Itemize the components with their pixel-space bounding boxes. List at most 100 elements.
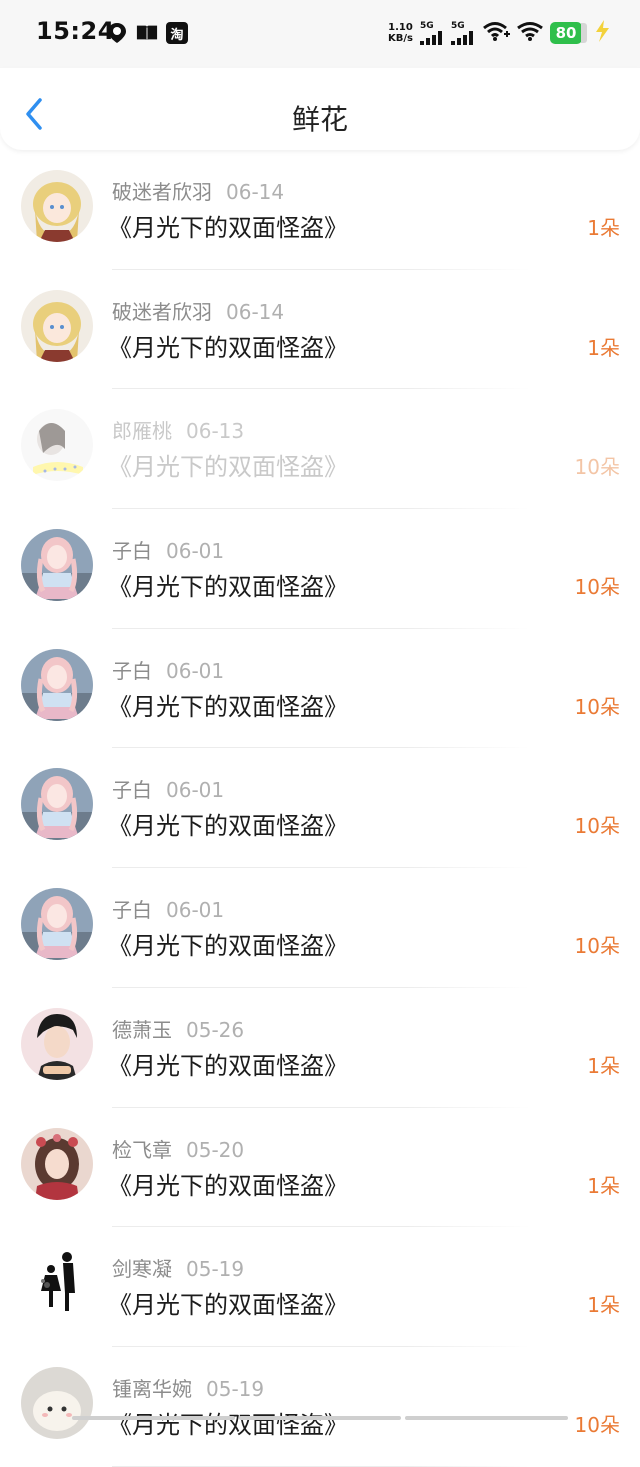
signal-bars-icon — [451, 30, 473, 45]
list-item[interactable]: 子白 06-01 《月光下的双面怪盗》 10朵 — [0, 509, 640, 629]
book-icon — [136, 22, 158, 44]
flower-record-list: 破迷者欣羽 06-14 《月光下的双面怪盗》 1朵 破迷者欣羽 06-14 《月光下… — [0, 150, 640, 1467]
taobao-icon: 淘 — [166, 22, 188, 44]
send-date: 06-01 — [166, 898, 225, 923]
book-title: 《月光下的双面怪盗》 — [108, 692, 348, 721]
nav-bar: 鲜花 — [0, 68, 640, 150]
sender-line: 破迷者欣羽 06-14 — [112, 176, 284, 205]
charging-bolt-icon — [594, 20, 610, 46]
battery-tail — [581, 23, 587, 43]
list-item[interactable]: 子白 06-01 《月光下的双面怪盗》 10朵 — [0, 629, 640, 749]
send-date: 06-01 — [166, 658, 225, 683]
avatar[interactable] — [21, 888, 93, 961]
home-indicator-segment — [238, 1416, 402, 1420]
avatar[interactable] — [21, 170, 93, 242]
list-item[interactable]: 破迷者欣羽 06-14 《月光下的双面怪盗》 1朵 — [0, 150, 640, 270]
list-item[interactable]: 子白 06-01 《月光下的双面怪盗》 10朵 — [0, 868, 640, 988]
sender-name: 子白 — [112, 898, 152, 923]
avatar[interactable] — [21, 1247, 93, 1320]
status-time: 15:24 — [36, 17, 115, 45]
flower-amount: 1朵 — [587, 216, 620, 240]
book-title: 《月光下的双面怪盗》 — [108, 1051, 348, 1080]
book-title: 《月光下的双面怪盗》 — [108, 932, 348, 961]
list-item[interactable]: 子白 06-01 《月光下的双面怪盗》 10朵 — [0, 748, 640, 868]
sender-line: 剑寒凝 05-19 — [112, 1253, 244, 1282]
wifi-plus-icon — [482, 20, 510, 46]
sender-line: 破迷者欣羽 06-14 — [112, 296, 284, 325]
flower-amount: 10朵 — [574, 814, 620, 839]
sender-line: 子白 06-01 — [112, 655, 224, 684]
avatar[interactable] — [21, 289, 93, 362]
send-date: 05-20 — [186, 1137, 245, 1162]
battery-level: 80 — [550, 22, 582, 44]
send-date: 06-14 — [226, 180, 285, 204]
flower-amount: 1朵 — [587, 1173, 620, 1198]
signal-1-label: 5G — [420, 20, 434, 31]
avatar[interactable] — [21, 768, 93, 841]
sender-name: 锺离华婉 — [112, 1376, 192, 1401]
home-indicator-segment — [405, 1416, 569, 1420]
sender-line: 子白 06-01 — [112, 535, 224, 564]
book-title: 《月光下的双面怪盗》 — [108, 1291, 348, 1320]
page-title: 鲜花 — [291, 103, 348, 136]
send-date: 06-13 — [186, 419, 245, 444]
send-date: 05-19 — [186, 1257, 245, 1282]
sender-name: 检飞章 — [112, 1137, 172, 1162]
book-title: 《月光下的双面怪盗》 — [108, 573, 348, 602]
flower-amount: 10朵 — [574, 455, 620, 480]
sender-name: 郎雁桃 — [112, 419, 172, 444]
signal-bars-icon — [420, 30, 442, 45]
flower-amount: 10朵 — [574, 1412, 620, 1437]
flower-amount: 10朵 — [574, 694, 620, 719]
list-item[interactable]: 德萧玉 05-26 《月光下的双面怪盗》 1朵 — [0, 988, 640, 1108]
flower-amount: 1朵 — [587, 335, 620, 360]
net-speed-value: 1.10 — [388, 22, 413, 33]
avatar[interactable] — [21, 409, 93, 482]
sender-line: 德萧玉 05-26 — [112, 1014, 244, 1043]
sender-line: 锺离华婉 05-19 — [112, 1373, 264, 1402]
sender-name: 剑寒凝 — [112, 1257, 172, 1282]
status-left-icons: 淘 — [106, 22, 188, 44]
flower-amount: 10朵 — [574, 575, 620, 600]
list-item[interactable]: 检飞章 05-20 《月光下的双面怪盗》 1朵 — [0, 1108, 640, 1228]
book-title: 《月光下的双面怪盗》 — [108, 1171, 348, 1200]
send-date: 05-19 — [206, 1376, 265, 1401]
flower-amount: 1朵 — [587, 1053, 620, 1078]
avatar[interactable] — [21, 1366, 93, 1439]
list-item[interactable]: 郎雁桃 06-13 《月光下的双面怪盗》 10朵 — [0, 389, 640, 509]
sender-name: 子白 — [112, 539, 152, 564]
send-date: 06-01 — [166, 778, 225, 803]
book-title: 《月光下的双面怪盗》 — [108, 812, 348, 841]
status-right-icons: 1.10 KB/s 5G 5G 80 — [388, 20, 610, 46]
sender-line: 子白 06-01 — [112, 894, 224, 923]
home-indicator — [72, 1416, 569, 1420]
status-bar: 15:24 淘 1.10 KB/s 5G 5G 80 — [0, 0, 640, 68]
sender-name: 子白 — [112, 658, 152, 683]
book-title: 《月光下的双面怪盗》 — [108, 333, 348, 362]
wifi-icon — [517, 20, 543, 46]
avatar[interactable] — [21, 1007, 93, 1080]
book-title: 《月光下的双面怪盗》 — [108, 214, 348, 242]
list-item[interactable]: 破迷者欣羽 06-14 《月光下的双面怪盗》 1朵 — [0, 270, 640, 390]
flower-amount: 1朵 — [587, 1293, 620, 1318]
list-item[interactable]: 剑寒凝 05-19 《月光下的双面怪盗》 1朵 — [0, 1227, 640, 1347]
signal-2-label: 5G — [451, 20, 465, 31]
location-du-icon — [106, 22, 128, 44]
sender-name: 德萧玉 — [112, 1017, 172, 1042]
sender-line: 郎雁桃 06-13 — [112, 415, 244, 444]
home-indicator-segment — [72, 1416, 235, 1420]
send-date: 06-14 — [226, 299, 285, 324]
signal-2: 5G — [451, 20, 475, 45]
avatar[interactable] — [21, 529, 93, 602]
net-speed: 1.10 KB/s — [388, 22, 413, 44]
sender-name: 破迷者欣羽 — [112, 299, 212, 324]
book-title: 《月光下的双面怪盗》 — [108, 1410, 348, 1439]
avatar[interactable] — [21, 1127, 93, 1200]
avatar[interactable] — [21, 648, 93, 721]
list-item[interactable]: 锺离华婉 05-19 《月光下的双面怪盗》 10朵 — [0, 1347, 640, 1467]
sender-name: 子白 — [112, 778, 152, 803]
signal-1: 5G — [420, 20, 444, 45]
sender-name: 破迷者欣羽 — [112, 180, 212, 204]
send-date: 06-01 — [166, 539, 225, 564]
book-title: 《月光下的双面怪盗》 — [108, 453, 348, 482]
